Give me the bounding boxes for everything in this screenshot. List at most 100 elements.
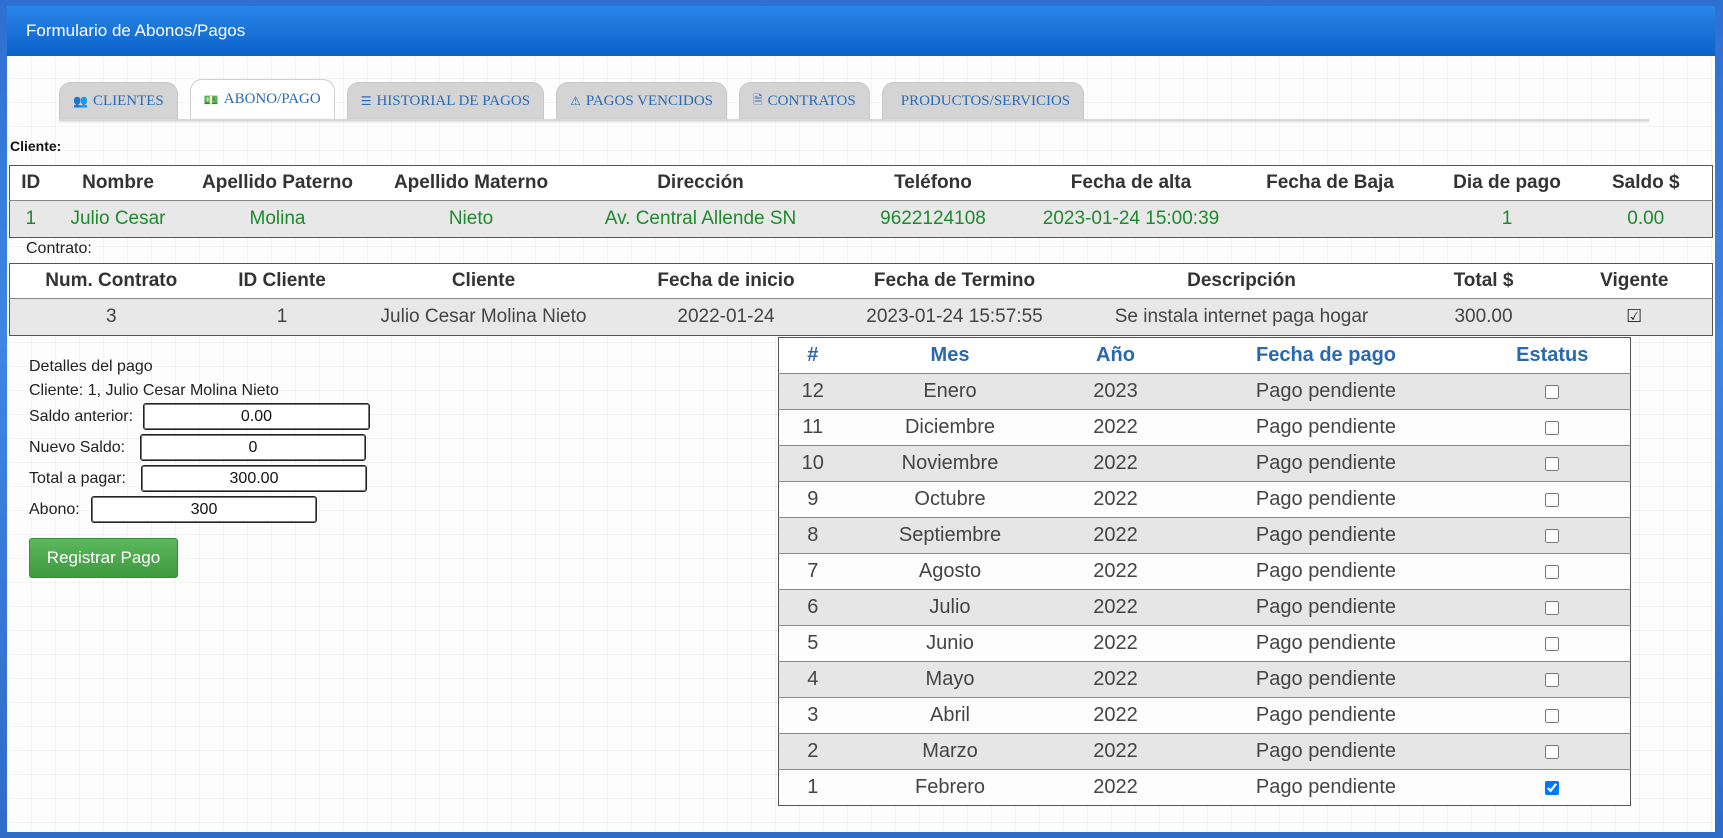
table-cell: Noviembre: [846, 445, 1054, 482]
table-cell: 2022: [1053, 481, 1178, 518]
tab-historial-pagos[interactable]: ☰ HISTORIAL DE PAGOS: [346, 82, 545, 119]
table-row[interactable]: 1 Julio Cesar Molina Nieto Av. Central A…: [9, 200, 1713, 238]
table-row[interactable]: 4 Mayo 2022 Pago pendiente: [778, 661, 1631, 698]
estatus-checkbox[interactable]: [1545, 456, 1560, 471]
column-header: Total $: [1410, 263, 1557, 299]
table-cell: Se instala internet paga hogar: [1072, 298, 1411, 336]
table-row[interactable]: 7 Agosto 2022 Pago pendiente: [778, 553, 1631, 590]
estatus-checkbox[interactable]: [1545, 384, 1560, 399]
column-header: Nombre: [51, 165, 185, 201]
table-row[interactable]: 8 Septiembre 2022 Pago pendiente: [778, 517, 1631, 554]
saldo-anterior-label: Saldo anterior:: [29, 408, 134, 425]
list-icon: ☰: [360, 94, 372, 108]
tab-contratos[interactable]: 🗎 CONTRATOS: [739, 82, 870, 119]
abono-input[interactable]: [91, 496, 317, 523]
table-row[interactable]: 9 Octubre 2022 Pago pendiente: [778, 481, 1631, 518]
table-cell: Octubre: [846, 481, 1054, 518]
total-pagar-label: Total a pagar:: [29, 470, 126, 487]
table-header-row: Num. Contrato ID Cliente Cliente Fecha d…: [9, 263, 1713, 299]
table-cell: 1: [1434, 200, 1580, 238]
table-cell: Abril: [846, 697, 1054, 734]
table-row[interactable]: 5 Junio 2022 Pago pendiente: [778, 625, 1631, 662]
table-cell: Pago pendiente: [1177, 481, 1475, 518]
table-row[interactable]: 6 Julio 2022 Pago pendiente: [778, 589, 1631, 626]
table-row[interactable]: 2 Marzo 2022 Pago pendiente: [778, 733, 1631, 770]
estatus-cell: [1474, 373, 1631, 410]
estatus-cell: [1474, 625, 1631, 662]
estatus-checkbox[interactable]: [1545, 564, 1560, 579]
table-cell: Julio: [846, 589, 1054, 626]
tab-abono-pago[interactable]: 💵 ABONO/PAGO: [189, 79, 335, 119]
table-cell: 3: [9, 298, 213, 336]
table-cell: 2023-01-24 15:00:39: [1036, 200, 1226, 238]
saldo-anterior-input[interactable]: [143, 403, 370, 430]
table-cell: 2022: [1053, 589, 1178, 626]
table-header-row: ID Nombre Apellido Paterno Apellido Mate…: [9, 165, 1713, 201]
estatus-cell: [1474, 661, 1631, 698]
estatus-checkbox[interactable]: [1545, 780, 1560, 795]
estatus-cell: [1474, 733, 1631, 770]
estatus-checkbox[interactable]: [1545, 744, 1560, 759]
table-header-row: # Mes Año Fecha de pago Estatus: [778, 337, 1631, 374]
detalles-pago-title: Detalles del pago: [29, 358, 153, 375]
tab-pagos-vencidos[interactable]: ⚠ PAGOS VENCIDOS: [556, 82, 727, 119]
vigente-cell: ☑: [1556, 298, 1713, 336]
table-cell: Pago pendiente: [1177, 553, 1475, 590]
warning-icon: ⚠: [570, 94, 581, 108]
estatus-checkbox[interactable]: [1545, 708, 1560, 723]
table-cell: 1: [778, 769, 847, 806]
tab-label: CLIENTES: [92, 92, 164, 109]
estatus-cell: [1474, 697, 1631, 734]
table-cell: Pago pendiente: [1177, 373, 1475, 410]
table-row[interactable]: 3 Abril 2022 Pago pendiente: [778, 697, 1631, 734]
table-row[interactable]: 12 Enero 2023 Pago pendiente: [778, 373, 1631, 410]
table-cell: 2022: [1053, 553, 1178, 590]
estatus-cell: [1474, 445, 1631, 482]
registrar-pago-button[interactable]: Registrar Pago: [29, 538, 178, 578]
table-cell: Diciembre: [846, 409, 1054, 446]
table-cell: 2022: [1053, 445, 1178, 482]
table-cell: Pago pendiente: [1177, 769, 1475, 806]
nuevo-saldo-input[interactable]: [140, 434, 366, 461]
money-icon: 💵: [203, 92, 219, 107]
table-row[interactable]: 11 Diciembre 2022 Pago pendiente: [778, 409, 1631, 446]
table-cell: Pago pendiente: [1177, 697, 1475, 734]
check-square-icon: ☑: [1626, 306, 1643, 327]
estatus-checkbox[interactable]: [1545, 672, 1560, 687]
table-cell: 1: [9, 200, 52, 238]
table-cell: 9622124108: [829, 200, 1037, 238]
cliente-table: ID Nombre Apellido Paterno Apellido Mate…: [9, 165, 1713, 238]
column-header: Dia de pago: [1434, 165, 1580, 201]
estatus-checkbox[interactable]: [1545, 420, 1560, 435]
total-pagar-input[interactable]: [141, 465, 367, 492]
table-row[interactable]: 10 Noviembre 2022 Pago pendiente: [778, 445, 1631, 482]
tab-productos-servicios[interactable]: PRODUCTOS/SERVICIOS: [881, 82, 1085, 119]
estatus-checkbox[interactable]: [1545, 600, 1560, 615]
table-cell: Pago pendiente: [1177, 625, 1475, 662]
column-header: Mes: [846, 337, 1054, 374]
estatus-checkbox[interactable]: [1545, 492, 1560, 507]
estatus-checkbox[interactable]: [1545, 636, 1560, 651]
table-cell: 2022: [1053, 697, 1178, 734]
column-header: Fecha de pago: [1177, 337, 1475, 374]
table-cell: Pago pendiente: [1177, 517, 1475, 554]
table-cell: 6: [778, 589, 847, 626]
tab-clientes[interactable]: 👥 CLIENTES: [59, 82, 178, 119]
table-cell: 12: [778, 373, 847, 410]
table-cell: Septiembre: [846, 517, 1054, 554]
table-cell: Pago pendiente: [1177, 733, 1475, 770]
column-header: Fecha de alta: [1036, 165, 1226, 201]
table-cell: 9: [778, 481, 847, 518]
column-header: #: [778, 337, 847, 374]
table-row[interactable]: 1 Febrero 2022 Pago pendiente: [778, 769, 1631, 806]
table-cell: 2022: [1053, 733, 1178, 770]
column-header: Apellido Materno: [370, 165, 572, 201]
estatus-checkbox[interactable]: [1545, 528, 1560, 543]
table-cell: Pago pendiente: [1177, 589, 1475, 626]
file-text-icon: 🗎: [753, 92, 763, 107]
meses-table: # Mes Año Fecha de pago Estatus 12 Enero 2…: [778, 337, 1631, 806]
app-window: Formulario de Abonos/Pagos 👥 CLIENTES 💵 …: [7, 6, 1715, 832]
table-cell: 2022: [1053, 409, 1178, 446]
column-header: Estatus: [1474, 337, 1631, 374]
table-row[interactable]: 3 1 Julio Cesar Molina Nieto 2022-01-24 …: [9, 298, 1713, 336]
